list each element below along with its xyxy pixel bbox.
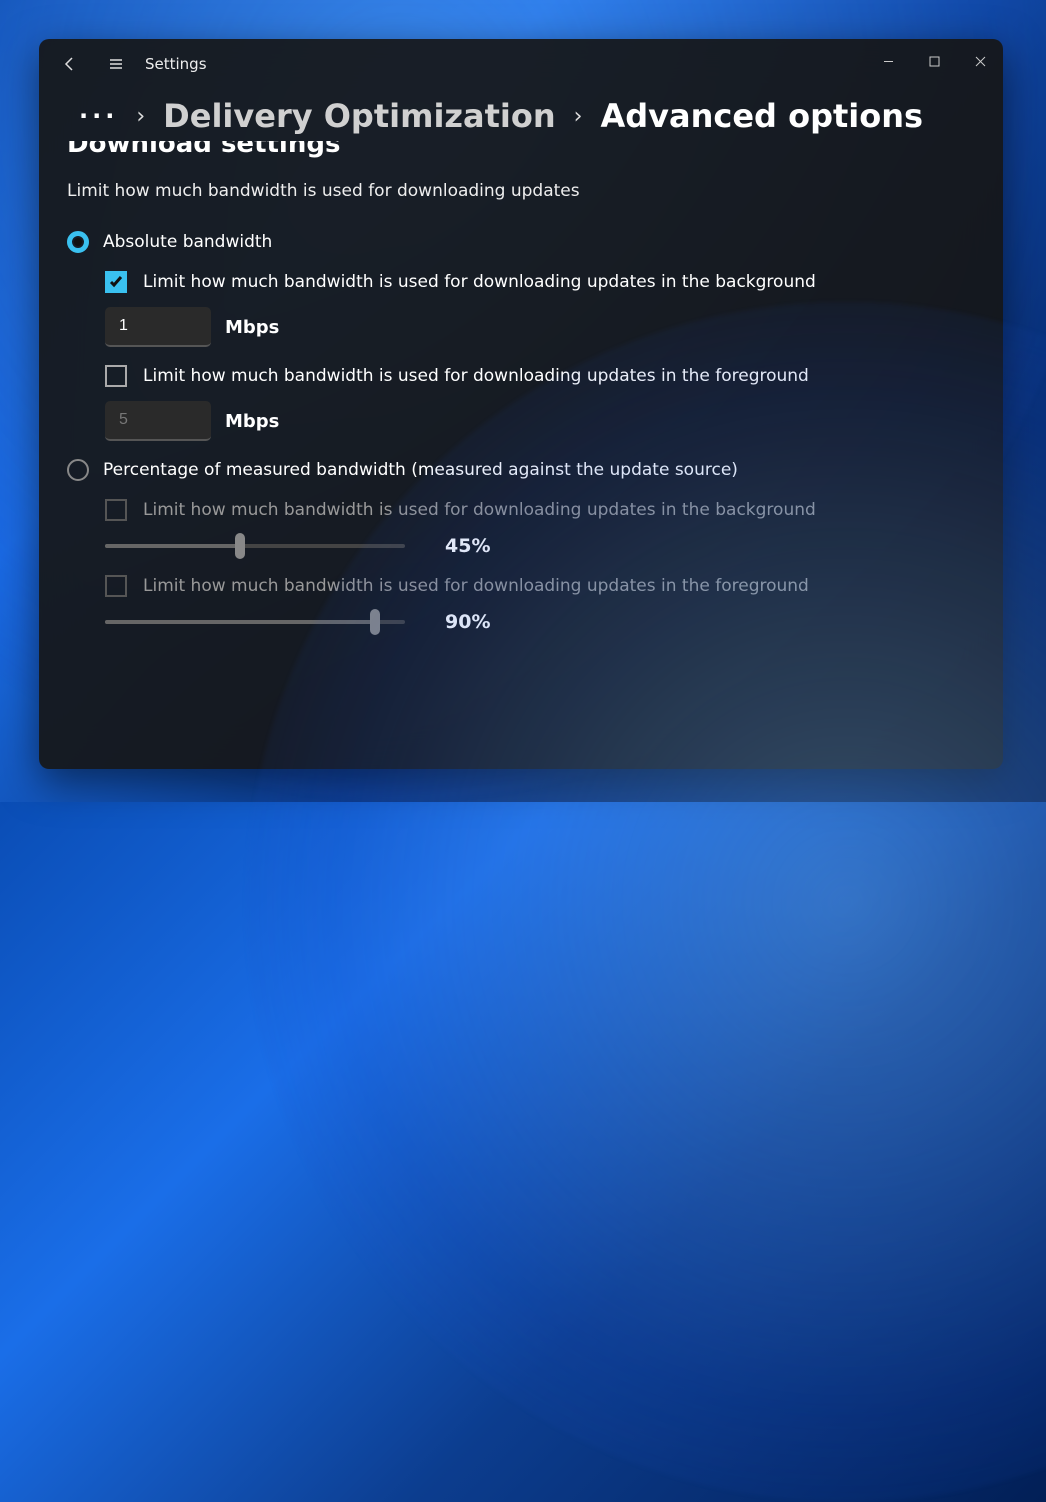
window-title: Settings [145,55,207,73]
pct-fg-slider[interactable] [105,612,405,632]
chevron-right-icon: › [136,104,145,129]
pct-bg-limit-row: Limit how much bandwidth is used for dow… [105,499,975,521]
abs-fg-limit-checkbox[interactable] [105,365,127,387]
breadcrumb: ··· › Delivery Optimization › Advanced o… [39,89,1003,141]
window-controls [865,45,1003,77]
abs-bg-limit-row: Limit how much bandwidth is used for dow… [105,271,975,293]
abs-bg-limit-label: Limit how much bandwidth is used for dow… [143,272,816,292]
abs-bg-limit-checkbox[interactable] [105,271,127,293]
chevron-right-icon: › [574,104,583,129]
close-button[interactable] [957,45,1003,77]
pct-fg-slider-row: 90% [105,611,975,633]
minimize-button[interactable] [865,45,911,77]
breadcrumb-current: Advanced options [600,97,923,135]
settings-window: Settings ··· › Delivery Optimization › A… [39,39,1003,769]
pct-bg-limit-label: Limit how much bandwidth is used for dow… [143,500,816,520]
pct-bg-limit-checkbox[interactable] [105,499,127,521]
abs-fg-limit-row: Limit how much bandwidth is used for dow… [105,365,975,387]
titlebar: Settings [39,39,1003,89]
pct-fg-limit-row: Limit how much bandwidth is used for dow… [105,575,975,597]
pct-fg-value: 90% [445,611,490,633]
abs-bg-unit: Mbps [225,317,279,338]
radio-absolute-bandwidth-row: Absolute bandwidth [67,231,975,253]
radio-absolute-label: Absolute bandwidth [103,232,272,252]
abs-fg-limit-label: Limit how much bandwidth is used for dow… [143,366,809,386]
pct-fg-limit-label: Limit how much bandwidth is used for dow… [143,576,809,596]
abs-fg-value-row: Mbps [105,401,975,441]
breadcrumb-overflow-button[interactable]: ··· [79,102,118,130]
back-button[interactable] [47,42,93,86]
maximize-button[interactable] [911,45,957,77]
pct-bg-slider-row: 45% [105,535,975,557]
abs-bg-value-row: Mbps [105,307,975,347]
section-heading: Download settings [67,141,975,159]
pct-bg-slider[interactable] [105,536,405,556]
hamburger-menu-button[interactable] [93,42,139,86]
abs-bg-mbps-input[interactable] [105,307,211,347]
radio-percentage-label: Percentage of measured bandwidth (measur… [103,460,738,480]
pct-fg-limit-checkbox[interactable] [105,575,127,597]
radio-absolute-bandwidth[interactable] [67,231,89,253]
radio-percentage-bandwidth[interactable] [67,459,89,481]
breadcrumb-delivery-optimization[interactable]: Delivery Optimization [163,97,555,135]
pct-bg-value: 45% [445,535,490,557]
section-description: Limit how much bandwidth is used for dow… [67,181,975,201]
radio-percentage-row: Percentage of measured bandwidth (measur… [67,459,975,481]
abs-fg-unit: Mbps [225,411,279,432]
abs-fg-mbps-input[interactable] [105,401,211,441]
content-area: Download settings Limit how much bandwid… [39,141,1003,741]
